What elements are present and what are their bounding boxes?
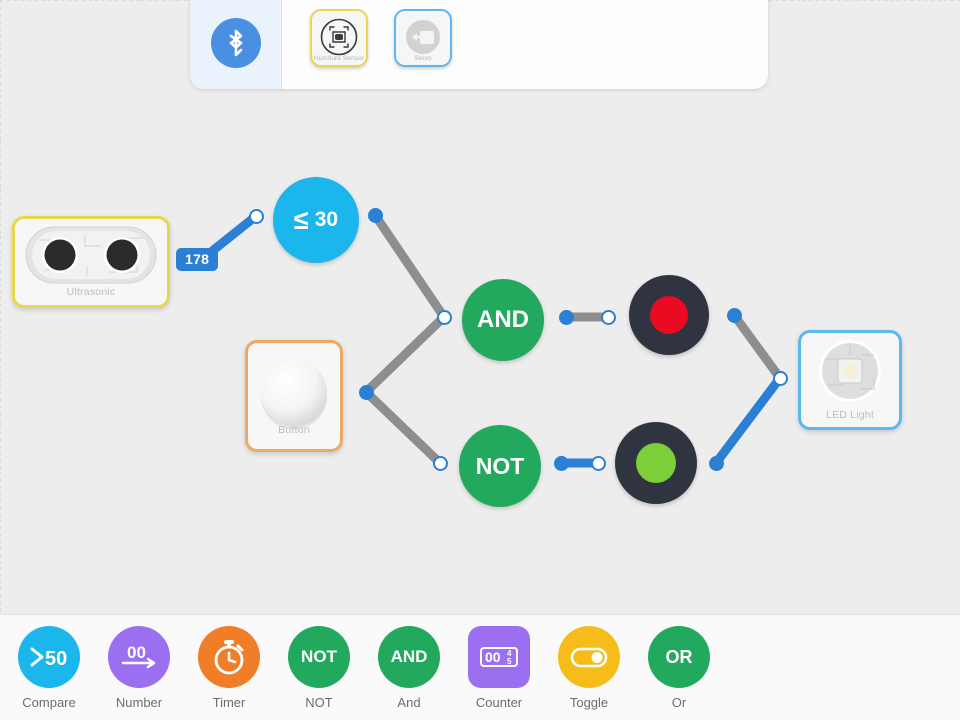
node-ultrasonic[interactable]: Ultrasonic [12,216,170,308]
device-tile-servo[interactable]: Servo [394,9,452,67]
compare-icon: 50 [18,626,80,688]
ultrasonic-icon [25,226,157,284]
or-icon: OR [648,626,710,688]
device-tile-humiture-sensor-label: Humiture Sensor [313,55,365,62]
svg-text:00: 00 [485,649,501,665]
node-and-label: AND [477,306,529,333]
palette-item-timer[interactable]: Timer [198,626,260,710]
palette-item-timer-label: Timer [212,695,246,710]
port-indicator-red-output[interactable] [727,308,742,323]
stopwatch-icon [198,626,260,688]
node-not[interactable]: NOT [459,425,541,507]
palette-item-toggle-label: Toggle [569,695,609,710]
button-icon [261,360,327,429]
and-icon: AND [378,626,440,688]
wire-indicator-red-led [729,310,785,383]
node-compare[interactable]: ≤ 30 [273,177,359,263]
palette-item-number[interactable]: 00 Number [108,626,170,710]
humiture-sensor-icon [319,17,359,57]
and-icon-text: AND [390,647,428,666]
indicator-green-bulb [636,443,676,483]
device-tile-servo-label: Servo [414,55,432,62]
indicator-green[interactable] [615,422,697,504]
wire-indicator-green-led [711,373,785,468]
led-light-icon [819,340,881,402]
node-compare-value: 30 [314,208,339,231]
device-panel: Humiture Sensor Servo [190,0,768,89]
value-badge-178[interactable]: 178 [176,248,219,271]
not-icon-text: NOT [301,647,337,666]
indicator-red[interactable] [629,275,709,355]
palette-item-counter-label: Counter [475,695,523,710]
port-compare-input[interactable] [249,209,264,224]
bluetooth-icon [210,17,261,68]
palette-item-or[interactable]: OR Or [648,626,710,710]
node-led-light[interactable]: LED Light [798,330,902,430]
node-and[interactable]: AND [462,279,544,361]
node-ultrasonic-label: Ultrasonic [66,286,116,298]
palette-item-number-label: Number [115,695,163,710]
bluetooth-button[interactable] [190,0,282,89]
servo-icon [403,17,443,57]
port-and-input[interactable] [437,310,452,325]
port-indicator-green-input[interactable] [591,456,606,471]
block-palette-toolbar: 50 Compare 00 Number Timer NOT NOT AND A… [0,614,960,720]
port-indicator-green-output[interactable] [709,456,724,471]
port-not-output[interactable] [554,456,569,471]
node-not-label: NOT [475,452,525,479]
palette-item-and[interactable]: AND And [378,626,440,710]
palette-item-counter[interactable]: 00 4 5 Counter [468,626,530,710]
device-list: Humiture Sensor Servo [282,9,452,89]
port-not-input[interactable] [433,456,448,471]
indicator-red-bulb [650,296,688,334]
wire-compare-and [370,210,449,322]
port-compare-output[interactable] [368,208,383,223]
wire-button-not [361,387,445,468]
node-led-light-label: LED Light [826,409,874,421]
svg-text:5: 5 [507,657,512,666]
device-tile-humiture-sensor[interactable]: Humiture Sensor [310,9,368,67]
wire-button-and [361,312,449,397]
port-led-input[interactable] [773,371,788,386]
node-button-label: Button [278,424,310,436]
palette-item-compare-label: Compare [22,695,76,710]
node-button[interactable]: Button [245,340,343,452]
counter-icon: 00 4 5 [468,626,530,688]
svg-text:50: 50 [45,648,67,669]
or-icon-text: OR [665,646,693,667]
palette-item-compare[interactable]: 50 Compare [18,626,80,710]
palette-item-and-label: And [397,695,421,710]
palette-item-not-label: NOT [305,695,333,710]
svg-text:00: 00 [127,643,146,662]
palette-item-not[interactable]: NOT NOT [288,626,350,710]
toggle-icon [558,626,620,688]
port-and-output[interactable] [559,310,574,325]
not-icon: NOT [288,626,350,688]
port-button-output[interactable] [359,385,374,400]
palette-item-toggle[interactable]: Toggle [558,626,620,710]
app-root: Ultrasonic 178 ≤ 30 Button AND NOT LED L… [0,0,960,720]
node-compare-operator: ≤ [293,204,309,235]
number-icon: 00 [108,626,170,688]
port-indicator-red-input[interactable] [601,310,616,325]
palette-item-or-label: Or [671,695,687,710]
flow-canvas[interactable]: Ultrasonic 178 ≤ 30 Button AND NOT LED L… [0,0,960,614]
